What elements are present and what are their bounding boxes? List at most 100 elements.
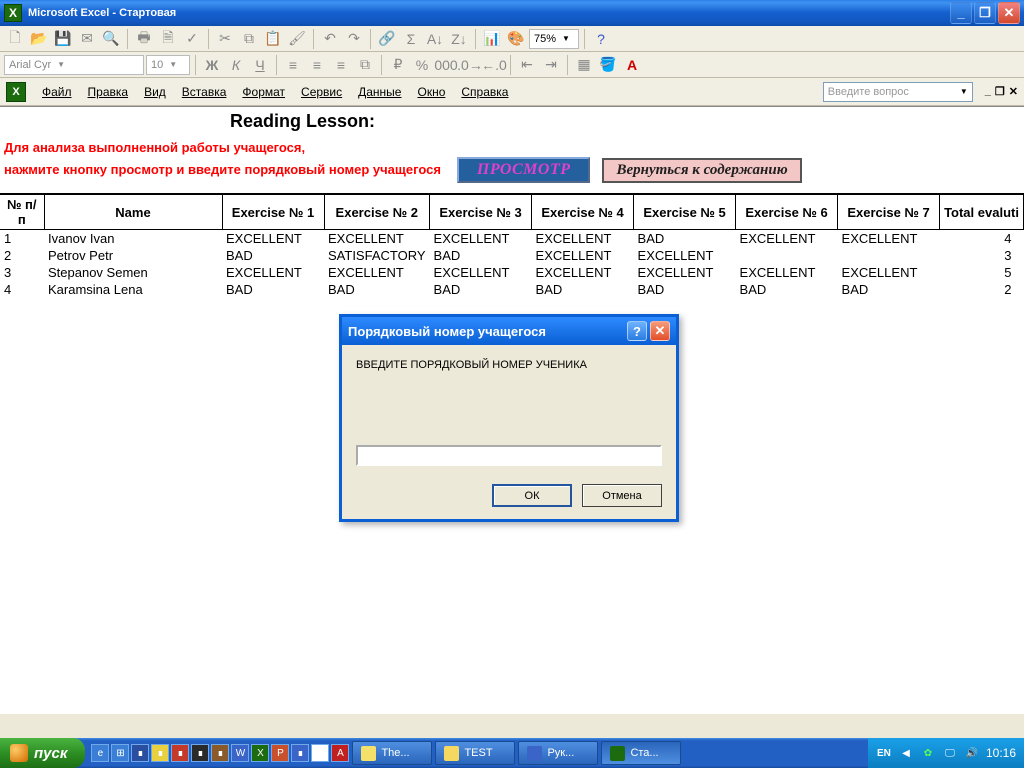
- menu-window[interactable]: Окно: [411, 82, 451, 102]
- save-icon[interactable]: 💾: [52, 28, 74, 50]
- tray-icon[interactable]: ✿: [920, 745, 936, 761]
- ql-ie-icon[interactable]: e: [91, 744, 109, 762]
- ql-app-icon[interactable]: ∎: [291, 744, 309, 762]
- ql-app-icon[interactable]: ∎: [191, 744, 209, 762]
- inc-decimal-icon[interactable]: .0→: [459, 54, 481, 76]
- dialog-titlebar[interactable]: Порядковый номер учащегося ? ✕: [342, 317, 676, 345]
- font-combo[interactable]: Arial Cyr▼: [4, 55, 144, 75]
- borders-icon[interactable]: ▦: [573, 54, 595, 76]
- exercise-result: EXCELLENT: [430, 264, 532, 281]
- cut-icon[interactable]: ✂: [214, 28, 236, 50]
- ok-button[interactable]: ОК: [492, 484, 572, 507]
- dec-decimal-icon[interactable]: ←.0: [483, 54, 505, 76]
- undo-icon[interactable]: ↶: [319, 28, 341, 50]
- taskbar-task[interactable]: TEST: [435, 741, 515, 765]
- tray-back-icon[interactable]: ◀: [898, 745, 914, 761]
- currency-icon[interactable]: ₽: [387, 54, 409, 76]
- wb-minimize-icon[interactable]: _: [985, 85, 991, 98]
- language-indicator[interactable]: EN: [876, 745, 892, 761]
- zoom-combo[interactable]: 75%▼: [529, 29, 579, 49]
- dialog-close-icon[interactable]: ✕: [650, 321, 670, 341]
- merge-icon[interactable]: ⧉: [354, 54, 376, 76]
- table-row[interactable]: 2Petrov PetrBADSATISFACTORYBADEXCELLENTE…: [0, 247, 1024, 264]
- window-titlebar: X Microsoft Excel - Стартовая _ ❐ ✕: [0, 0, 1024, 26]
- close-button[interactable]: ✕: [998, 2, 1020, 24]
- view-button[interactable]: ПРОСМОТР: [457, 157, 591, 183]
- ql-ppt-icon[interactable]: P: [271, 744, 289, 762]
- taskbar-task[interactable]: The...: [352, 741, 432, 765]
- font-color-icon[interactable]: A: [621, 54, 643, 76]
- sort-asc-icon[interactable]: A↓: [424, 28, 446, 50]
- align-center-icon[interactable]: ≡: [306, 54, 328, 76]
- ql-app-icon[interactable]: ∎: [171, 744, 189, 762]
- ask-question-box[interactable]: Введите вопрос ▼: [823, 82, 973, 102]
- autosum-icon[interactable]: Σ: [400, 28, 422, 50]
- sort-desc-icon[interactable]: Z↓: [448, 28, 470, 50]
- preview-icon[interactable]: 🗎: [157, 28, 179, 50]
- separator: [127, 29, 128, 49]
- ql-app-icon[interactable]: ∎: [151, 744, 169, 762]
- wb-restore-icon[interactable]: ❐: [995, 85, 1005, 98]
- fill-color-icon[interactable]: 🪣: [597, 54, 619, 76]
- workbook-icon[interactable]: X: [6, 82, 26, 102]
- drawing-icon[interactable]: 🎨: [505, 28, 527, 50]
- tray-icon[interactable]: 🔊: [964, 745, 980, 761]
- return-button[interactable]: Вернуться к содержанию: [602, 158, 801, 183]
- ql-acrobat-icon[interactable]: A: [331, 744, 349, 762]
- taskbar-task[interactable]: Рук...: [518, 741, 598, 765]
- exercise-result: BAD: [838, 281, 940, 298]
- fontsize-combo[interactable]: 10▼: [146, 55, 190, 75]
- taskbar-task[interactable]: Ста...: [601, 741, 681, 765]
- start-button[interactable]: пуск: [0, 738, 85, 768]
- align-left-icon[interactable]: ≡: [282, 54, 304, 76]
- spellcheck-icon[interactable]: ✓: [181, 28, 203, 50]
- new-icon[interactable]: 🗋: [4, 28, 26, 50]
- print-icon[interactable]: 🖶: [133, 28, 155, 50]
- table-row[interactable]: 1Ivanov IvanEXCELLENTEXCELLENTEXCELLENTE…: [0, 230, 1024, 248]
- menu-edit[interactable]: Правка: [82, 82, 135, 102]
- menu-view[interactable]: Вид: [138, 82, 172, 102]
- hyperlink-icon[interactable]: 🔗: [376, 28, 398, 50]
- menu-insert[interactable]: Вставка: [176, 82, 233, 102]
- italic-icon[interactable]: К: [225, 54, 247, 76]
- ql-app-icon[interactable]: ∎: [131, 744, 149, 762]
- help-icon[interactable]: ?: [590, 28, 612, 50]
- table-row[interactable]: 3Stepanov SemenEXCELLENTEXCELLENTEXCELLE…: [0, 264, 1024, 281]
- dec-indent-icon[interactable]: ⇤: [516, 54, 538, 76]
- menu-format[interactable]: Формат: [236, 82, 291, 102]
- input-dialog: Порядковый номер учащегося ? ✕ ВВЕДИТЕ П…: [339, 314, 679, 522]
- ql-desktop-icon[interactable]: ⊞: [111, 744, 129, 762]
- chart-icon[interactable]: 📊: [481, 28, 503, 50]
- ql-app-icon[interactable]: ∎: [211, 744, 229, 762]
- table-row[interactable]: 4Karamsina LenaBADBADBADBADBADBADBAD2: [0, 281, 1024, 298]
- student-number-input[interactable]: [356, 445, 662, 466]
- percent-icon[interactable]: %: [411, 54, 433, 76]
- comma-icon[interactable]: 000: [435, 54, 457, 76]
- column-header: Exercise № 5: [634, 194, 736, 230]
- inc-indent-icon[interactable]: ⇥: [540, 54, 562, 76]
- menu-tools[interactable]: Сервис: [295, 82, 348, 102]
- copy-icon[interactable]: ⧉: [238, 28, 260, 50]
- wb-close-icon[interactable]: ✕: [1009, 85, 1018, 98]
- ql-app-icon[interactable]: ∎: [311, 744, 329, 762]
- menu-data[interactable]: Данные: [352, 82, 407, 102]
- align-right-icon[interactable]: ≡: [330, 54, 352, 76]
- ql-excel-icon[interactable]: X: [251, 744, 269, 762]
- dialog-help-icon[interactable]: ?: [627, 321, 647, 341]
- open-icon[interactable]: 📂: [28, 28, 50, 50]
- bold-icon[interactable]: Ж: [201, 54, 223, 76]
- search-icon[interactable]: 🔍: [100, 28, 122, 50]
- mail-icon[interactable]: ✉: [76, 28, 98, 50]
- underline-icon[interactable]: Ч: [249, 54, 271, 76]
- tray-icon[interactable]: 🖵: [942, 745, 958, 761]
- minimize-button[interactable]: _: [950, 2, 972, 24]
- cancel-button[interactable]: Отмена: [582, 484, 662, 507]
- ql-word-icon[interactable]: W: [231, 744, 249, 762]
- format-painter-icon[interactable]: 🖌: [286, 28, 308, 50]
- clock[interactable]: 10:16: [986, 746, 1016, 760]
- redo-icon[interactable]: ↷: [343, 28, 365, 50]
- menu-help[interactable]: Справка: [455, 82, 514, 102]
- maximize-button[interactable]: ❐: [974, 2, 996, 24]
- menu-file[interactable]: Файл: [36, 82, 78, 102]
- paste-icon[interactable]: 📋: [262, 28, 284, 50]
